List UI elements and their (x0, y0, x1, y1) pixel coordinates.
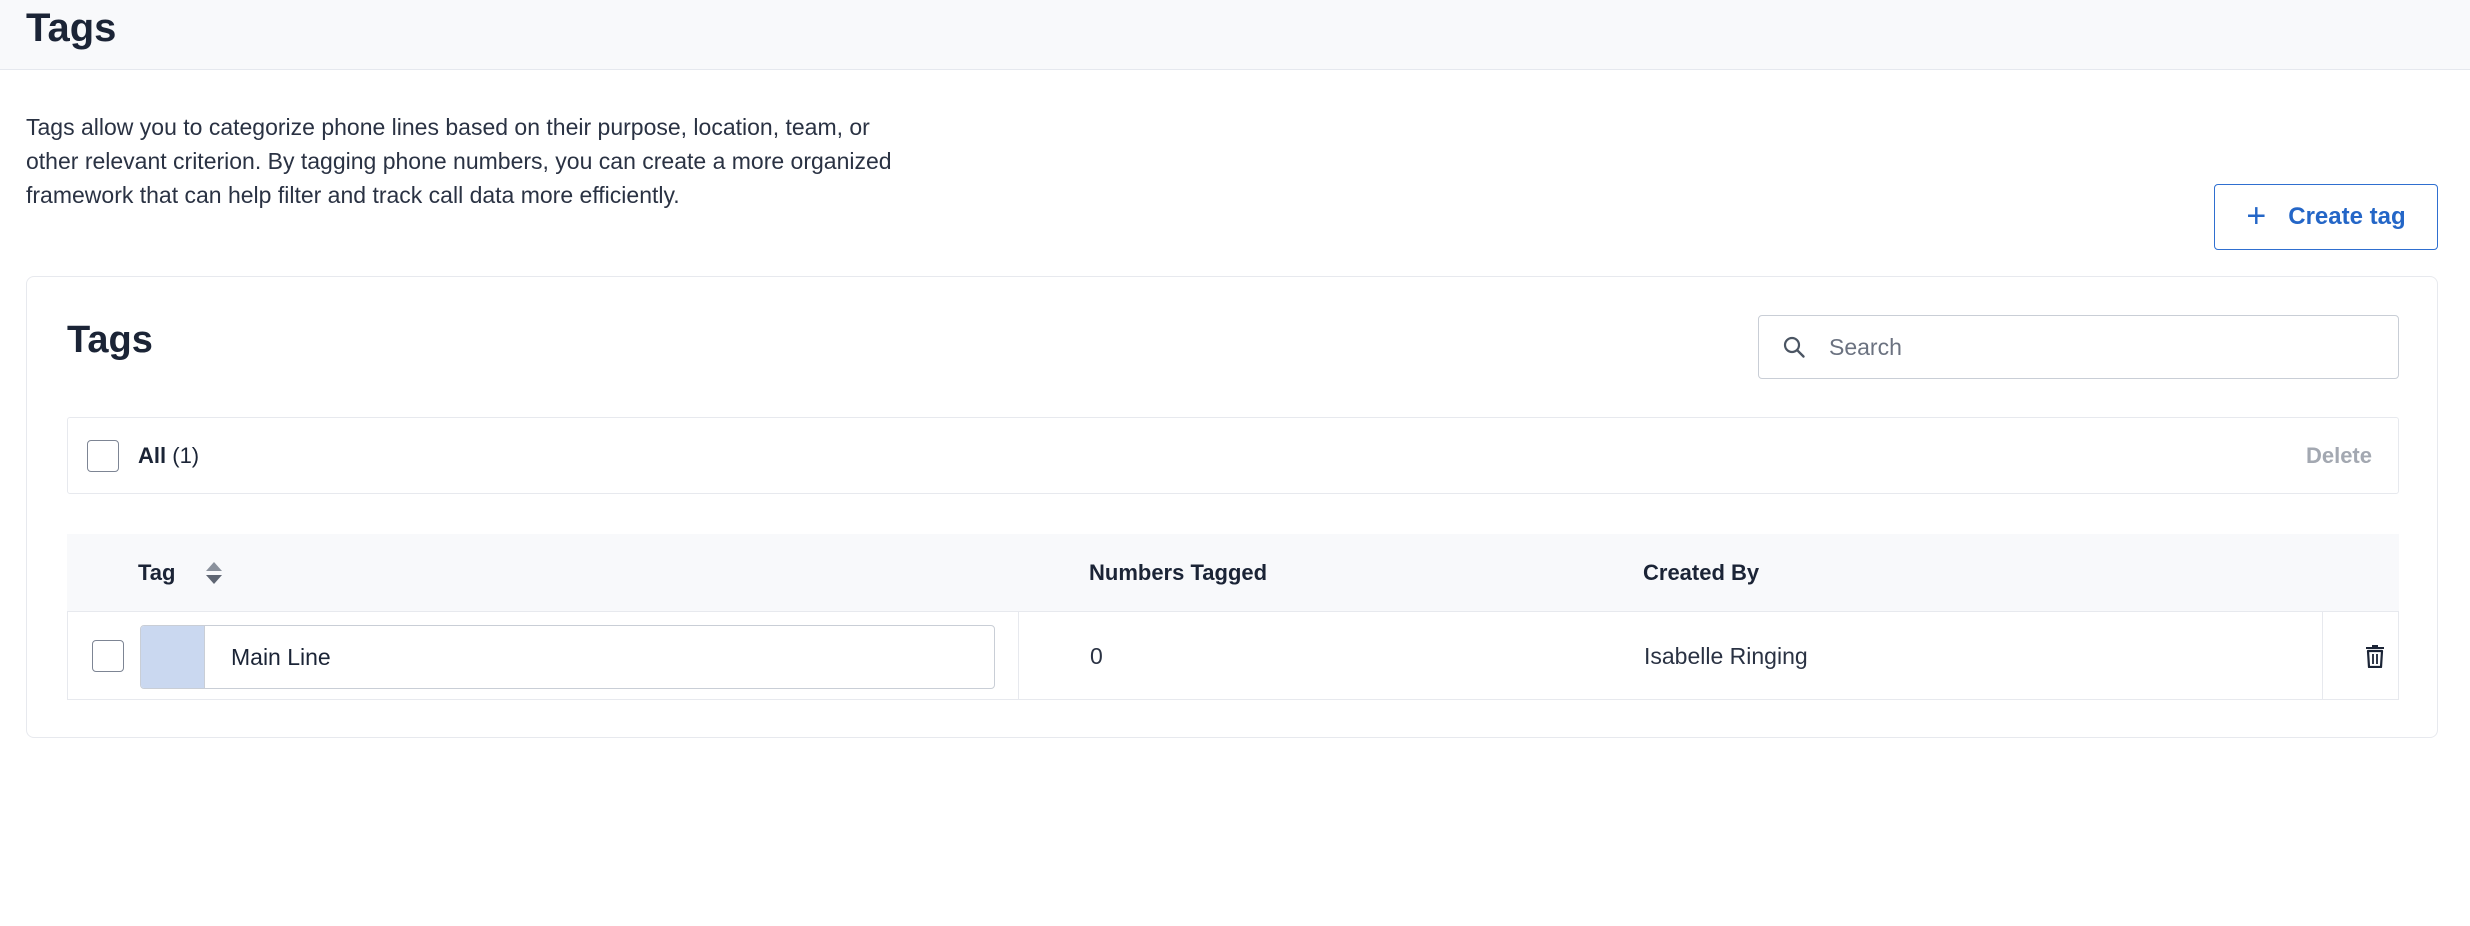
created-by-cell: Isabelle Ringing (1644, 642, 1808, 669)
tag-name-field[interactable]: Main Line (140, 625, 995, 689)
bulk-action-bar: All (1) Delete (67, 417, 2399, 494)
search-input[interactable] (1827, 332, 2367, 362)
column-divider (2322, 612, 2323, 700)
all-count: (1) (172, 443, 200, 468)
plus-icon: + (2246, 196, 2267, 235)
tag-name: Main Line (231, 643, 331, 670)
table-header: Tag Numbers Tagged Created By (67, 534, 2399, 612)
column-header-numbers-tagged: Numbers Tagged (1089, 560, 1268, 585)
trash-icon[interactable] (2362, 642, 2388, 670)
numbers-tagged-cell: 0 (1090, 642, 1103, 669)
page-title: Tags (26, 6, 117, 50)
select-all-label: All (1) (138, 440, 199, 472)
table-row: Main Line 0 Isabelle Ringing (67, 612, 2399, 700)
delete-button[interactable]: Delete (2306, 440, 2372, 472)
sort-icon[interactable] (205, 561, 223, 585)
select-all-checkbox[interactable] (87, 440, 119, 472)
search-icon (1781, 334, 1807, 360)
all-label: All (138, 443, 167, 468)
tags-card: Tags All (1) Delete Tag (26, 276, 2438, 738)
page-header: Tags (0, 0, 2470, 70)
create-tag-button[interactable]: + Create tag (2214, 184, 2438, 250)
column-header-tag: Tag (138, 534, 223, 612)
search-box (1758, 315, 2399, 379)
tag-color-swatch[interactable] (141, 626, 205, 688)
card-title: Tags (67, 319, 153, 361)
column-divider (1018, 612, 1019, 700)
column-label-tag: Tag (138, 560, 176, 585)
create-tag-label: Create tag (2288, 203, 2406, 230)
page-description: Tags allow you to categorize phone lines… (26, 114, 892, 208)
tags-table: Tag Numbers Tagged Created By Main Line … (67, 534, 2399, 700)
column-header-created-by: Created By (1643, 560, 1760, 585)
row-checkbox[interactable] (92, 640, 124, 672)
